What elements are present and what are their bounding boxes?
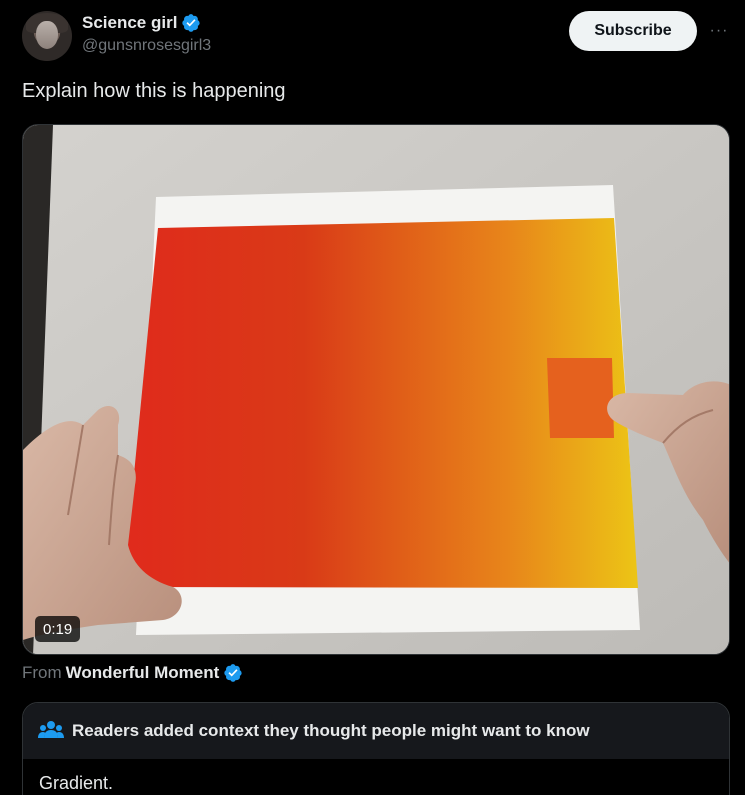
- community-note[interactable]: Readers added context they thought peopl…: [22, 702, 730, 795]
- verified-badge-icon: [224, 664, 242, 682]
- more-options-icon[interactable]: ···: [707, 19, 731, 43]
- source-prefix: From: [22, 663, 62, 682]
- video-duration: 0:19: [35, 616, 81, 642]
- avatar[interactable]: [22, 11, 72, 61]
- author-block: Science girl @gunsnrosesgirl3: [82, 12, 211, 55]
- verified-badge-icon: [182, 14, 201, 32]
- subscribe-button[interactable]: Subscribe: [569, 11, 697, 51]
- source-name[interactable]: Wonderful Moment: [66, 663, 220, 683]
- community-note-header: Readers added context they thought peopl…: [23, 703, 729, 759]
- community-note-title: Readers added context they thought peopl…: [72, 721, 590, 740]
- people-icon: [38, 721, 64, 738]
- author-display-name[interactable]: Science girl: [82, 13, 177, 33]
- avatar-face: [36, 21, 58, 49]
- tweet-text: Explain how this is happening: [22, 80, 286, 102]
- video-source: From Wonderful Moment: [22, 662, 243, 684]
- community-note-body: Gradient.: [39, 773, 114, 793]
- video-player[interactable]: 0:19: [22, 124, 730, 655]
- name-row: Science girl: [82, 12, 211, 34]
- author-handle[interactable]: @gunsnrosesgirl3: [82, 37, 211, 55]
- tweet-header: Science girl @gunsnrosesgirl3 Subscribe …: [22, 11, 727, 63]
- video-frame: [23, 125, 729, 654]
- test-square: [547, 358, 614, 438]
